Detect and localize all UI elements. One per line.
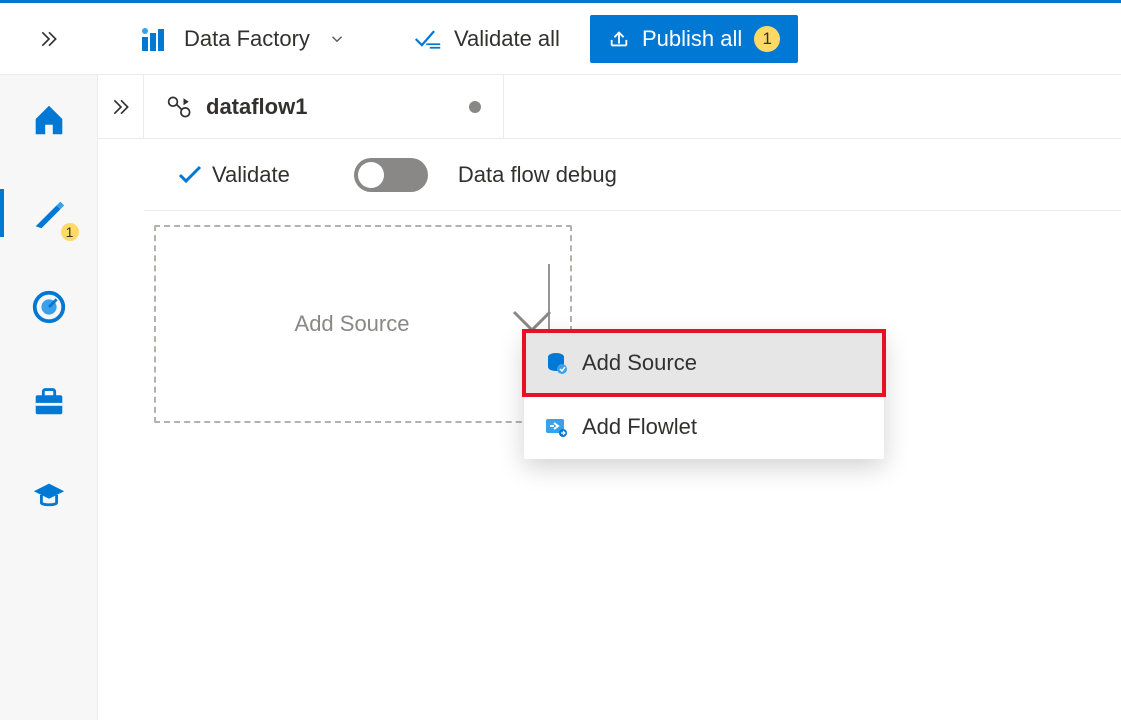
menu-item-add-source-label: Add Source [582,350,697,376]
graduation-cap-icon [30,476,68,514]
header-main: Data Factory Validate all Publish all 1 [98,3,798,74]
flowlet-icon [544,415,568,439]
home-icon [30,100,68,138]
publish-all-button[interactable]: Publish all 1 [590,15,798,63]
resource-panel-toggle[interactable] [98,75,144,138]
add-source-placeholder[interactable]: Add Source [154,225,572,423]
author-pending-badge: 1 [59,221,81,243]
debug-toggle-label: Data flow debug [458,162,617,188]
validate-all-label: Validate all [454,26,560,52]
workspace-switcher[interactable]: Data Factory [138,23,346,55]
add-source-placeholder-label: Add Source [156,311,548,337]
dataflow-canvas[interactable]: Add Source Add Source Add Flowlet [144,211,1121,720]
publish-all-label: Publish all [642,26,742,52]
nav-learn[interactable] [23,469,75,521]
tab-strip: dataflow1 [98,75,1121,139]
validate-label: Validate [212,162,290,188]
toolbox-icon [30,382,68,420]
validate-all-icon [414,28,442,50]
left-nav-rail: 1 [0,75,98,720]
gauge-icon [30,288,68,326]
upload-icon [608,28,630,50]
nav-manage[interactable] [23,375,75,427]
database-source-icon [544,351,568,375]
data-factory-icon [138,23,170,55]
unsaved-indicator-icon [469,101,481,113]
debug-toggle[interactable] [354,158,428,192]
menu-item-add-flowlet[interactable]: Add Flowlet [524,395,884,459]
menu-item-add-flowlet-label: Add Flowlet [582,414,697,440]
tab-dataflow1[interactable]: dataflow1 [144,75,504,138]
check-icon [178,165,202,185]
dataflow-toolbar: Validate Data flow debug [144,139,1121,211]
dataflow-icon [166,93,194,121]
toggle-knob [358,162,384,188]
nav-author[interactable]: 1 [23,187,75,239]
validate-button[interactable]: Validate [178,162,290,188]
publish-count-badge: 1 [754,26,780,52]
header-row: Data Factory Validate all Publish all 1 [0,3,1121,75]
validate-all-button[interactable]: Validate all [414,26,560,52]
tab-title: dataflow1 [206,94,307,120]
nav-home[interactable] [23,93,75,145]
chevron-double-right-icon [111,97,131,117]
menu-item-add-source[interactable]: Add Source [524,331,884,395]
add-source-context-menu: Add Source Add Flowlet [524,331,884,459]
sidebar-collapse-toggle[interactable] [0,3,98,74]
nav-monitor[interactable] [23,281,75,333]
workspace-name: Data Factory [184,26,310,52]
chevron-double-right-icon [39,29,59,49]
chevron-down-icon [328,30,346,48]
